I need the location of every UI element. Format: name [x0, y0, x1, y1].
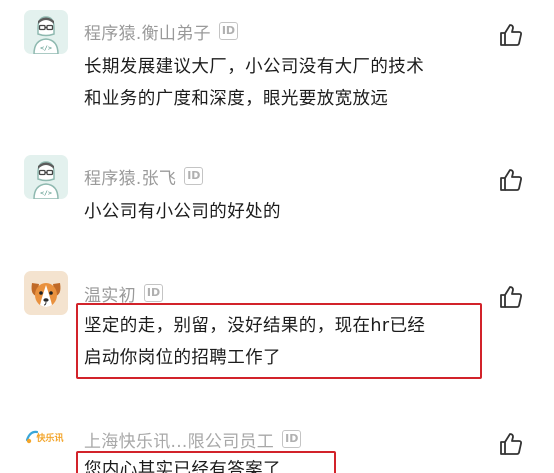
comment-meta: 上海快乐讯...限公司员工 ID — [84, 426, 302, 452]
comment-line: 您内心其实已经有答案了 — [84, 460, 281, 473]
id-badge: ID — [282, 430, 302, 448]
programmer-avatar-icon[interactable]: </> — [24, 10, 68, 54]
comment-meta: 程序猿.衡山弟子 ID — [84, 18, 239, 44]
id-badge: ID — [143, 284, 164, 302]
thumbs-up-icon[interactable] — [498, 284, 524, 310]
username[interactable]: 温实初 — [84, 281, 136, 306]
comment-line: 和业务的广度和深度，眼光要放宽放远 — [84, 89, 389, 109]
thumbs-up-icon[interactable] — [498, 22, 524, 48]
username[interactable]: 程序猿.张飞 — [84, 164, 176, 189]
comment-text: 长期发展建议大厂，小公司没有大厂的技术 和业务的广度和深度，眼光要放宽放远 — [84, 51, 424, 115]
comment-meta: 程序猿.张飞 ID — [84, 163, 204, 189]
comment-text: 您内心其实已经有答案了 — [84, 454, 281, 473]
comment-feed: </> 程序猿.衡山弟子 ID 长期发展建议大厂，小公司没有大厂的技术 和业务的… — [0, 0, 554, 473]
comment-line: 坚定的走，别留，没好结果的，现在hr已经 — [84, 316, 426, 336]
comment-text: 小公司有小公司的好处的 — [84, 196, 281, 228]
comment-line: 长期发展建议大厂，小公司没有大厂的技术 — [84, 57, 425, 77]
comment-line: 小公司有小公司的好处的 — [84, 202, 281, 222]
thumbs-up-icon[interactable] — [498, 167, 524, 193]
comment-line: 启动你岗位的招聘工作了 — [84, 348, 281, 368]
id-badge: ID — [184, 167, 204, 185]
username[interactable]: 程序猿.衡山弟子 — [84, 19, 211, 44]
dog-avatar-icon[interactable] — [24, 271, 68, 315]
id-badge: ID — [218, 22, 239, 40]
programmer-avatar-icon[interactable]: </> — [24, 155, 68, 199]
thumbs-up-icon[interactable] — [498, 431, 524, 457]
company-logo-avatar[interactable]: 快乐讯 — [24, 416, 68, 460]
username[interactable]: 上海快乐讯...限公司员工 — [84, 427, 274, 452]
svg-text:</>: </> — [40, 189, 52, 197]
svg-text:</>: </> — [40, 44, 52, 52]
company-logo-text: 快乐讯 — [36, 432, 63, 444]
comment-text: 坚定的走，别留，没好结果的，现在hr已经 启动你岗位的招聘工作了 — [84, 310, 425, 374]
